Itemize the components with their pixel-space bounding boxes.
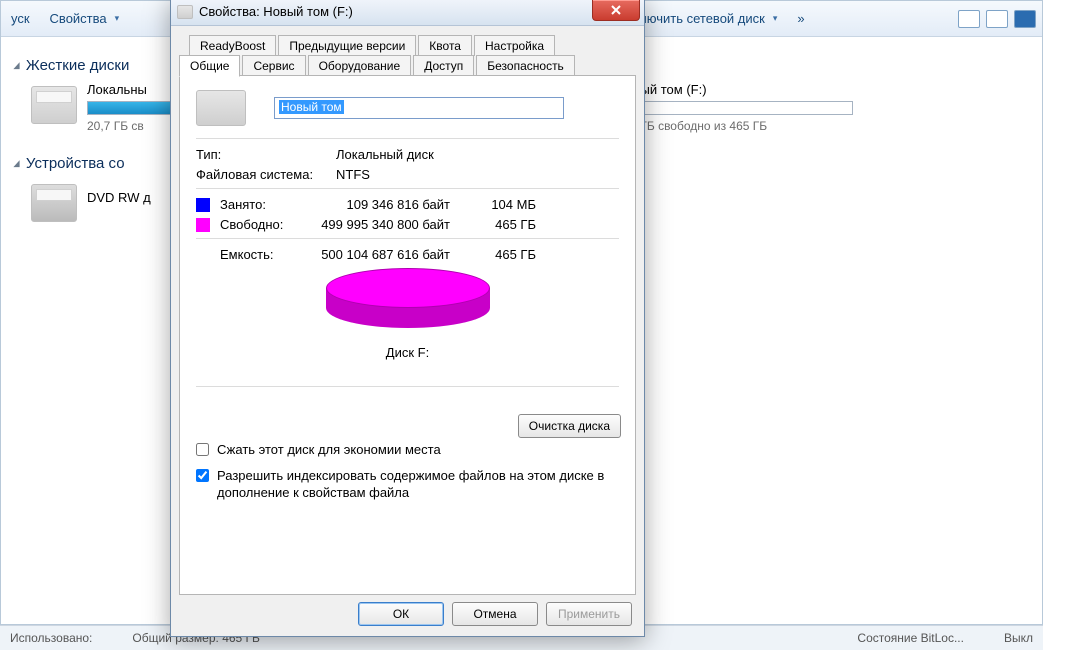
dialog-titlebar[interactable]: Свойства: Новый том (F:): [171, 0, 644, 26]
drive-icon: [196, 90, 246, 126]
tab-tools[interactable]: Сервис: [242, 55, 305, 77]
tab-customize[interactable]: Настройка: [474, 35, 555, 56]
dialog-title: Свойства: Новый том (F:): [199, 4, 353, 19]
dvd-drive-icon: [31, 184, 77, 222]
tab-previous-versions[interactable]: Предыдущие версии: [278, 35, 416, 56]
toolbar-chevrons-icon[interactable]: »: [793, 8, 808, 29]
tab-panel-general: Новый том Тип: Локальный диск Файловая с…: [179, 75, 636, 595]
tabs-row-1: ReadyBoost Предыдущие версии Квота Настр…: [179, 34, 636, 55]
status-bitlocker-value: Выкл: [1004, 631, 1033, 645]
cancel-button[interactable]: Отмена: [452, 602, 538, 626]
free-human: 465 ГБ: [476, 217, 536, 232]
tab-sharing[interactable]: Доступ: [413, 55, 474, 77]
toolbar-item-properties[interactable]: Свойства: [46, 8, 124, 29]
tab-readyboost[interactable]: ReadyBoost: [189, 35, 276, 56]
tab-general[interactable]: Общие: [179, 55, 240, 77]
type-label: Тип:: [196, 147, 336, 162]
status-bitlocker-label: Состояние BitLoc...: [857, 631, 964, 645]
close-button[interactable]: [592, 0, 640, 21]
filesystem-value: NTFS: [336, 167, 370, 182]
index-checkbox[interactable]: [196, 469, 209, 482]
divider: [196, 138, 619, 139]
tab-area: ReadyBoost Предыдущие версии Квота Настр…: [171, 26, 644, 595]
divider: [196, 238, 619, 239]
drive-usage-bar: [617, 101, 853, 115]
hard-drive-icon: [31, 86, 77, 124]
free-label: Свободно:: [220, 217, 306, 232]
disk-caption: Диск F:: [196, 345, 619, 360]
toolbar-item-upusk[interactable]: уск: [7, 8, 34, 29]
capacity-bytes: 500 104 687 616 байт: [306, 247, 476, 262]
used-color-swatch: [196, 198, 210, 212]
index-label: Разрешить индексировать содержимое файло…: [217, 467, 619, 502]
disk-cleanup-button[interactable]: Очистка диска: [518, 414, 621, 438]
view-icon-2[interactable]: [986, 10, 1008, 28]
status-used: Использовано:: [10, 631, 92, 645]
divider: [196, 188, 619, 189]
toolbar-item-map-drive[interactable]: лючить сетевой диск: [635, 8, 781, 29]
help-icon[interactable]: [1014, 10, 1036, 28]
disk-usage-pie-chart: [326, 268, 490, 332]
tab-hardware[interactable]: Оборудование: [308, 55, 412, 77]
compress-checkbox-row[interactable]: Сжать этот диск для экономии места: [196, 441, 619, 459]
view-icon-1[interactable]: [958, 10, 980, 28]
tab-quota[interactable]: Квота: [418, 35, 472, 56]
volume-name-text: Новый том: [279, 100, 344, 114]
free-bytes: 499 995 340 800 байт: [306, 217, 476, 232]
compress-checkbox[interactable]: [196, 443, 209, 456]
volume-name-input[interactable]: Новый том: [274, 97, 564, 119]
free-color-swatch: [196, 218, 210, 232]
close-icon: [610, 4, 622, 16]
index-checkbox-row[interactable]: Разрешить индексировать содержимое файло…: [196, 467, 619, 502]
type-value: Локальный диск: [336, 147, 434, 162]
tabs-row-2: Общие Сервис Оборудование Доступ Безопас…: [179, 54, 636, 76]
disk-icon: [177, 5, 193, 19]
apply-button[interactable]: Применить: [546, 602, 632, 626]
properties-dialog: Свойства: Новый том (F:) ReadyBoost Пред…: [170, 0, 645, 637]
dialog-buttons: ОК Отмена Применить: [358, 602, 632, 626]
capacity-label: Емкость:: [220, 247, 306, 262]
tab-security[interactable]: Безопасность: [476, 55, 575, 77]
drive-name: Новый том (F:): [617, 82, 853, 97]
filesystem-label: Файловая система:: [196, 167, 336, 182]
used-human: 104 МБ: [476, 197, 536, 212]
used-label: Занято:: [220, 197, 306, 212]
capacity-human: 465 ГБ: [476, 247, 536, 262]
divider: [196, 386, 619, 387]
drive-free-text: 465 ГБ свободно из 465 ГБ: [617, 119, 853, 133]
used-bytes: 109 346 816 байт: [306, 197, 476, 212]
compress-label: Сжать этот диск для экономии места: [217, 441, 441, 459]
ok-button[interactable]: ОК: [358, 602, 444, 626]
